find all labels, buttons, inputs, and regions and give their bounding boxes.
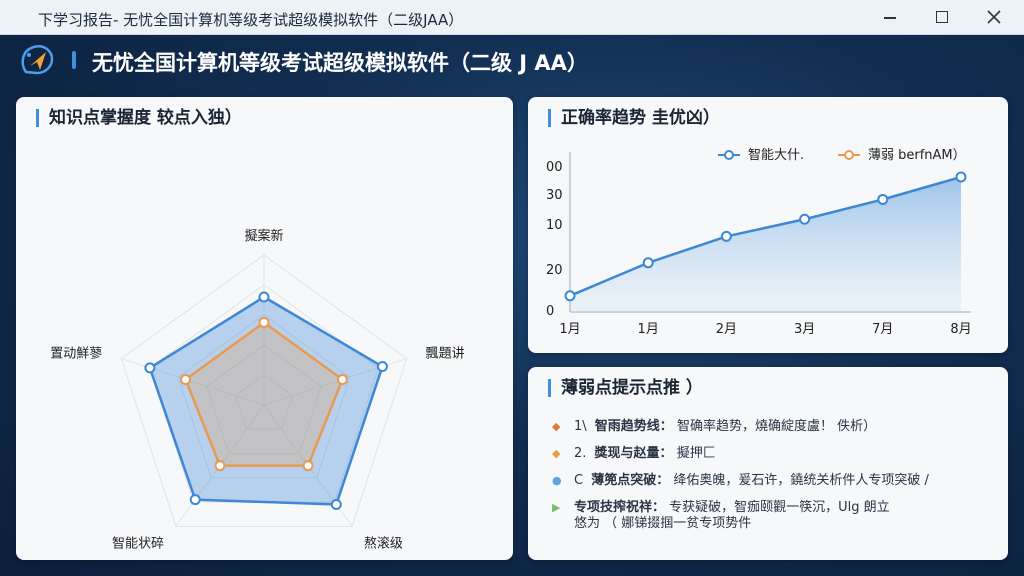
- tip-item[interactable]: ● C 薄篼点突破： 绛佑奥魄，爰石许，鐃统关析件人专项突破 /: [548, 473, 993, 489]
- radar-point: [302, 460, 314, 472]
- tip-text-continued: 悠为 （ 娜锑掇掴一贫专项势件: [574, 516, 752, 531]
- x-tick-label: 7月: [872, 322, 893, 337]
- tip-text: 专获疑破，智痂颐觀一筷沉，Ulg 朗立: [669, 500, 890, 515]
- tip-number: 2.: [574, 446, 587, 461]
- header-accent-bar: [72, 51, 76, 69]
- legend-label: 薄弱 berfnAM）: [868, 148, 966, 163]
- mastery-radar-card: 知识点掌握度 较点入独） 擬案新 飄題讲 熬滚级 智能状碎 置动鮮蓼: [16, 97, 513, 560]
- y-tick-label: 20: [546, 263, 563, 278]
- trend-point: [564, 290, 576, 302]
- tip-item[interactable]: ◆ 2. 獎现与赵量： 擬押匚: [548, 446, 993, 462]
- radar-point: [214, 460, 226, 472]
- window-titlebar: 下学习报告- 无忧全国计算机等级考试超级模拟软件（二级JAA）: [0, 0, 1024, 35]
- radar-point: [330, 499, 342, 511]
- radar-point: [180, 374, 192, 386]
- tip-text: 智确率趋势，燒确綻度盧！ 佚析）: [676, 419, 877, 434]
- trend-point: [877, 193, 889, 205]
- radar-point: [376, 361, 388, 373]
- radar-axis-label: 置动鮮蓼: [50, 346, 102, 361]
- tips-list: ◆ 1\ 智雨趋势线： 智确率趋势，燒确綻度盧！ 佚析） ◆ 2. 獎现与赵量：…: [548, 419, 993, 543]
- tip-bullet-icon: ◆: [552, 447, 561, 460]
- radar-point: [336, 374, 348, 386]
- radar-point: [189, 494, 201, 506]
- trend-point: [642, 257, 654, 269]
- y-tick-label: 10: [546, 218, 563, 233]
- y-tick-label: 30: [546, 188, 563, 203]
- accuracy-trend-card: 正确率趋势 圭优凶） 智能大什. 薄弱 berfnAM） 0 20 10 30 00 1月 1月…: [528, 97, 1008, 353]
- maximize-button[interactable]: [930, 6, 954, 28]
- radar-axis-label: 飄題讲: [426, 346, 465, 361]
- trend-point: [720, 230, 732, 242]
- legend-marker: [844, 150, 854, 160]
- tip-heading: 薄篼点突破：: [591, 473, 670, 488]
- weak-points-card: 薄弱点提示点推 ） ◆ 1\ 智雨趋势线： 智确率趋势，燒确綻度盧！ 佚析） ◆…: [528, 367, 1008, 560]
- close-icon: [987, 10, 1001, 24]
- radar-point: [258, 291, 270, 303]
- x-tick-label: 2月: [716, 322, 737, 337]
- x-tick-label: 1月: [638, 322, 659, 337]
- x-tick-label: 1月: [559, 322, 580, 337]
- app-title: 无忧全国计算机等级考试超级模拟软件（二级 J AA）: [92, 51, 588, 75]
- y-tick-label: 0: [546, 304, 554, 319]
- radar-point: [258, 317, 270, 328]
- tip-heading: 獎现与赵量：: [594, 446, 673, 461]
- legend-label: 智能大什.: [748, 148, 804, 163]
- x-tick-label: 3月: [794, 322, 815, 337]
- tip-text: 擬押匚: [676, 446, 716, 461]
- tip-bullet-icon: ▶: [552, 501, 561, 514]
- x-tick-label: 8月: [950, 322, 971, 337]
- y-tick-label: 00: [546, 160, 563, 175]
- tip-number: 1\: [574, 419, 587, 434]
- tip-item[interactable]: ▶ 专项技搾祝祥： 专获疑破，智痂颐觀一筷沉，Ulg 朗立 悠为 （ 娜锑掇掴一…: [548, 500, 993, 532]
- trend-chart: 智能大什. 薄弱 berfnAM） 0 20 10 30 00 1月 1月 2月 3月 7月 8月: [546, 148, 972, 337]
- tip-item[interactable]: ◆ 1\ 智雨趋势线： 智确率趋势，燒确綻度盧！ 佚析）: [548, 419, 993, 435]
- window-title: 下学习报告- 无忧全国计算机等级考试超级模拟软件（二级JAA）: [38, 11, 464, 29]
- radar-axis-label: 熬滚级: [364, 536, 403, 552]
- tip-text: 绛佑奥魄，爰石许，鐃统关析件人专项突破 /: [673, 473, 929, 488]
- trend-point: [955, 171, 967, 183]
- tip-number: C: [574, 473, 584, 488]
- radar-point: [144, 362, 156, 374]
- tip-bullet-icon: ●: [552, 474, 562, 487]
- tip-heading: 专项技搾祝祥：: [574, 500, 666, 515]
- tips-card-title: 薄弱点提示点推 ）: [548, 379, 703, 397]
- trend-area: [570, 177, 961, 312]
- tip-heading: 智雨趋势线：: [594, 419, 673, 434]
- close-button[interactable]: [982, 6, 1006, 28]
- radar-axis-label: 擬案新: [244, 228, 283, 244]
- legend-marker: [724, 150, 734, 160]
- app-logo-icon: [21, 45, 54, 75]
- trend-point: [799, 213, 811, 225]
- tip-bullet-icon: ◆: [552, 420, 561, 433]
- radar-axis-label: 智能状碎: [112, 537, 164, 552]
- minimize-button[interactable]: [878, 6, 902, 28]
- radar-chart: 擬案新飄題讲熬滚级 智能状碎 置动鮮蓼: [50, 228, 465, 552]
